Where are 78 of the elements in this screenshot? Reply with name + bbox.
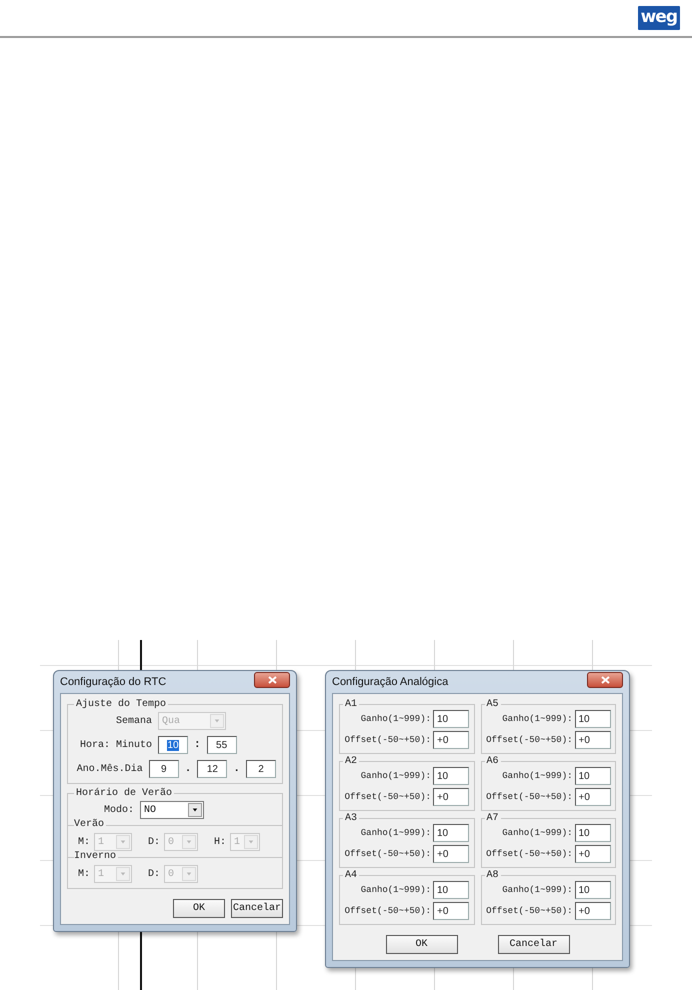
logo: weg xyxy=(638,6,680,30)
field-label: M: xyxy=(76,836,90,848)
input-field[interactable]: 2 xyxy=(246,760,276,778)
input-field[interactable]: 10 xyxy=(574,710,610,728)
field-label: Ganho(1~999): xyxy=(360,771,431,781)
input-field[interactable]: 10 xyxy=(574,824,610,842)
field-label: Ano.Mês.Dia xyxy=(76,764,143,774)
input-field[interactable]: 10 xyxy=(433,767,469,785)
field-label: Ganho(1~999): xyxy=(360,885,431,895)
input-field[interactable]: +0 xyxy=(433,845,469,863)
input-field[interactable]: +0 xyxy=(574,731,610,749)
field-label: Hora: Minuto xyxy=(78,740,152,750)
group-title: A2 xyxy=(344,756,358,767)
field-label: Modo: xyxy=(102,804,134,816)
dialog-button[interactable]: OK xyxy=(173,899,225,918)
window-title: Configuração Analógica xyxy=(332,676,448,688)
group-title: A6 xyxy=(486,756,500,767)
field-label: Offset(-50~+50): xyxy=(344,906,431,916)
field-label: Offset(-50~+50): xyxy=(485,849,572,859)
field-label: Offset(-50~+50): xyxy=(344,792,431,802)
input-field[interactable]: 10 xyxy=(433,881,469,899)
input-field[interactable]: +0 xyxy=(433,788,469,806)
input-field[interactable]: +0 xyxy=(574,902,610,920)
input-field[interactable]: 10 xyxy=(433,824,469,842)
field-label: Ganho(1~999): xyxy=(501,771,572,781)
dialog-button[interactable]: OK xyxy=(386,935,458,954)
caret-icon xyxy=(244,835,258,849)
separator: : xyxy=(194,739,201,751)
field-label: Ganho(1~999): xyxy=(501,885,572,895)
input-field[interactable]: 9 xyxy=(148,760,179,778)
separator: . xyxy=(233,763,240,775)
caret-icon xyxy=(116,867,130,881)
close-button[interactable] xyxy=(254,672,290,688)
input-field[interactable]: 55 xyxy=(206,736,237,754)
field-label: Ganho(1~999): xyxy=(501,828,572,838)
field-label: Ganho(1~999): xyxy=(360,714,431,724)
caret-icon xyxy=(116,835,130,849)
field-label: H: xyxy=(212,836,226,848)
input-field[interactable]: 10 xyxy=(433,710,469,728)
input-field[interactable]: +0 xyxy=(433,731,469,749)
dropdown[interactable]: NO xyxy=(140,801,204,819)
dialog-button[interactable]: Cancelar xyxy=(231,899,283,918)
group-title: A5 xyxy=(486,699,500,710)
group-title: A7 xyxy=(486,813,500,824)
separator: . xyxy=(184,763,192,775)
field-label: Offset(-50~+50): xyxy=(485,735,572,745)
field-label: Offset(-50~+50): xyxy=(485,906,572,916)
caret-icon xyxy=(210,714,224,728)
field-label: Ganho(1~999): xyxy=(501,714,572,724)
input-field[interactable]: +0 xyxy=(574,788,610,806)
field-label: Ganho(1~999): xyxy=(360,828,431,838)
caret-icon xyxy=(182,867,196,881)
caret-icon xyxy=(182,835,196,849)
input-field[interactable]: +0 xyxy=(574,845,610,863)
group-title: A1 xyxy=(344,699,358,710)
field-label: M: xyxy=(76,868,90,880)
input-field[interactable]: 10 xyxy=(574,767,610,785)
close-icon xyxy=(600,676,610,684)
field-label: D: xyxy=(146,836,160,848)
group-title: Ajuste do Tempo xyxy=(75,699,168,710)
close-icon xyxy=(268,676,276,684)
dialog-button[interactable]: Cancelar xyxy=(498,935,570,954)
field-label: Semana xyxy=(114,716,152,726)
input-field[interactable]: +0 xyxy=(433,902,469,920)
field-label: D: xyxy=(146,868,160,880)
group-title: A8 xyxy=(486,870,500,881)
field-label: Offset(-50~+50): xyxy=(344,849,431,859)
input-field[interactable]: 12 xyxy=(197,760,228,778)
field-label: Offset(-50~+50): xyxy=(485,792,572,802)
window-title: Configuração do RTC xyxy=(60,676,166,688)
field-label: Offset(-50~+50): xyxy=(344,735,431,745)
group-title: A4 xyxy=(344,870,358,881)
caret-icon xyxy=(188,803,202,817)
input-field[interactable]: 10 xyxy=(574,881,610,899)
group-title: A3 xyxy=(344,813,358,824)
group-title: Horário de Verão xyxy=(75,788,174,799)
input-field[interactable]: 10 xyxy=(158,736,188,754)
close-button[interactable] xyxy=(587,672,623,688)
